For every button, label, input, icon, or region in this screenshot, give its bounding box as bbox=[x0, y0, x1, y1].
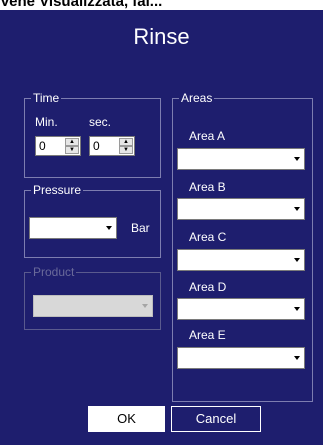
ok-button[interactable]: OK bbox=[88, 406, 165, 432]
page: Vene Visualizzata, fai... Rinse Time Min… bbox=[0, 0, 323, 445]
seconds-up-icon[interactable]: ▲ bbox=[119, 138, 133, 146]
area-e-dropdown-icon bbox=[294, 356, 300, 360]
minutes-value: 0 bbox=[39, 139, 46, 153]
background-window-strip: Vene Visualizzata, fai... bbox=[0, 0, 323, 10]
minutes-up-icon[interactable]: ▲ bbox=[65, 138, 79, 146]
area-d-label: Area D bbox=[189, 280, 227, 294]
area-e-combo[interactable] bbox=[177, 347, 305, 369]
minutes-down-icon[interactable]: ▼ bbox=[65, 146, 79, 154]
area-e-label: Area E bbox=[189, 328, 226, 342]
area-d-dropdown-icon bbox=[294, 307, 300, 311]
area-d-combo[interactable] bbox=[177, 298, 305, 320]
pressure-group: Pressure Bar bbox=[24, 183, 161, 258]
seconds-spinner[interactable]: 0 ▲ ▼ bbox=[89, 136, 135, 156]
seconds-value: 0 bbox=[93, 139, 100, 153]
seconds-label: sec. bbox=[89, 115, 112, 129]
pressure-group-legend: Pressure bbox=[31, 183, 84, 197]
area-b-dropdown-icon bbox=[294, 207, 300, 211]
area-c-label: Area C bbox=[189, 230, 227, 244]
area-c-combo[interactable] bbox=[177, 249, 305, 271]
area-b-combo[interactable] bbox=[177, 198, 305, 220]
time-group: Time Min. sec. 0 ▲ ▼ 0 ▲ ▼ bbox=[24, 91, 161, 178]
rinse-dialog: Rinse Time Min. sec. 0 ▲ ▼ 0 ▲ ▼ Pressur… bbox=[0, 10, 323, 445]
product-group: Product bbox=[24, 265, 161, 330]
seconds-spin-buttons: ▲ ▼ bbox=[119, 138, 133, 154]
pressure-dropdown-icon bbox=[106, 226, 112, 230]
pressure-combo[interactable] bbox=[29, 217, 117, 239]
area-a-label: Area A bbox=[189, 129, 226, 143]
pressure-unit: Bar bbox=[131, 221, 150, 235]
product-group-legend: Product bbox=[31, 265, 77, 279]
seconds-down-icon[interactable]: ▼ bbox=[119, 146, 133, 154]
minutes-spinner[interactable]: 0 ▲ ▼ bbox=[35, 136, 81, 156]
area-c-dropdown-icon bbox=[294, 258, 300, 262]
minutes-spin-buttons: ▲ ▼ bbox=[65, 138, 79, 154]
dialog-title: Rinse bbox=[133, 24, 190, 49]
areas-group-legend: Areas bbox=[179, 91, 215, 105]
area-a-dropdown-icon bbox=[294, 157, 300, 161]
cancel-button[interactable]: Cancel bbox=[171, 406, 261, 432]
background-window-text: Vene Visualizzata, fai... bbox=[0, 0, 163, 10]
product-combo bbox=[33, 295, 153, 317]
area-b-label: Area B bbox=[189, 180, 226, 194]
areas-group: Areas Area A Area B Area C Area D Area E bbox=[172, 91, 313, 402]
product-dropdown-icon bbox=[142, 304, 148, 308]
time-group-legend: Time bbox=[31, 91, 62, 105]
minutes-label: Min. bbox=[35, 115, 58, 129]
area-a-combo[interactable] bbox=[177, 148, 305, 170]
